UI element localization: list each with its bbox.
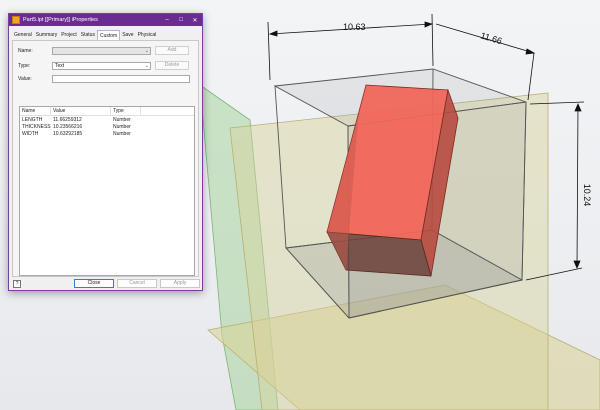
column-header-name[interactable]: Name (20, 107, 51, 116)
tab-strip: General Summary Project Status Custom Sa… (12, 30, 158, 40)
inventor-part-icon (12, 16, 20, 24)
close-button[interactable]: Close (74, 279, 114, 288)
dimension-length-value: 10.63 (343, 22, 366, 32)
tab-general[interactable]: General (12, 30, 34, 40)
chevron-down-icon: ⌄ (144, 63, 149, 69)
row-name-cell: WIDTH (22, 131, 39, 137)
tab-summary[interactable]: Summary (34, 30, 59, 40)
tab-status[interactable]: Status (79, 30, 97, 40)
tab-project[interactable]: Project (59, 30, 79, 40)
cancel-button[interactable]: Cancel (117, 279, 157, 288)
type-combobox-value: Text (55, 63, 65, 69)
table-row[interactable]: THICKNESS 10.23566216 Number (20, 124, 194, 131)
row-name-cell: LENGTH (22, 117, 43, 123)
dialog-titlebar[interactable]: Part5.ipt [[Primary]] iProperties – □ ✕ (9, 14, 202, 26)
row-value-cell: 11.66259312 (53, 117, 82, 123)
add-button[interactable]: Add (155, 46, 189, 55)
dimension-height-value: 10.24 (582, 184, 592, 207)
value-input[interactable] (52, 75, 190, 83)
close-window-button[interactable]: ✕ (188, 14, 202, 26)
dialog-title: Part5.ipt [[Primary]] iProperties (23, 17, 98, 23)
custom-tab-panel: Name: ⌄ Add Type: Text ⌄ Delete Value: N… (12, 40, 199, 277)
help-icon[interactable]: ? (13, 280, 21, 288)
tab-custom[interactable]: Custom (96, 30, 121, 40)
name-label: Name: (18, 48, 33, 54)
column-header-type[interactable]: Type (111, 107, 141, 116)
value-label: Value: (18, 76, 32, 82)
row-type-cell: Number (113, 131, 131, 137)
table-row[interactable]: LENGTH 11.66259312 Number (20, 117, 194, 124)
table-header: Name Value Type (20, 107, 194, 116)
delete-button[interactable]: Delete (155, 61, 189, 70)
row-type-cell: Number (113, 117, 131, 123)
maximize-button[interactable]: □ (174, 14, 188, 26)
column-header-value[interactable]: Value (51, 107, 111, 116)
iproperties-dialog: Part5.ipt [[Primary]] iProperties – □ ✕ … (8, 13, 203, 291)
chevron-down-icon: ⌄ (144, 48, 149, 54)
name-combobox[interactable]: ⌄ (52, 47, 151, 55)
row-value-cell: 10.63292185 (53, 131, 83, 137)
table-row[interactable]: WIDTH 10.63292185 Number (20, 131, 194, 138)
type-combobox[interactable]: Text ⌄ (52, 62, 151, 70)
custom-properties-table[interactable]: Name Value Type LENGTH 11.66259312 Numbe… (19, 106, 195, 276)
apply-button[interactable]: Apply (160, 279, 200, 288)
row-name-cell: THICKNESS (22, 124, 51, 130)
tab-save[interactable]: Save (120, 30, 135, 40)
row-value-cell: 10.23566216 (53, 124, 83, 130)
type-label: Type: (18, 63, 31, 69)
row-type-cell: Number (113, 124, 131, 130)
minimize-button[interactable]: – (160, 14, 174, 26)
tab-physical[interactable]: Physical (136, 30, 159, 40)
dimension-depth-value: 11.66 (479, 30, 503, 46)
